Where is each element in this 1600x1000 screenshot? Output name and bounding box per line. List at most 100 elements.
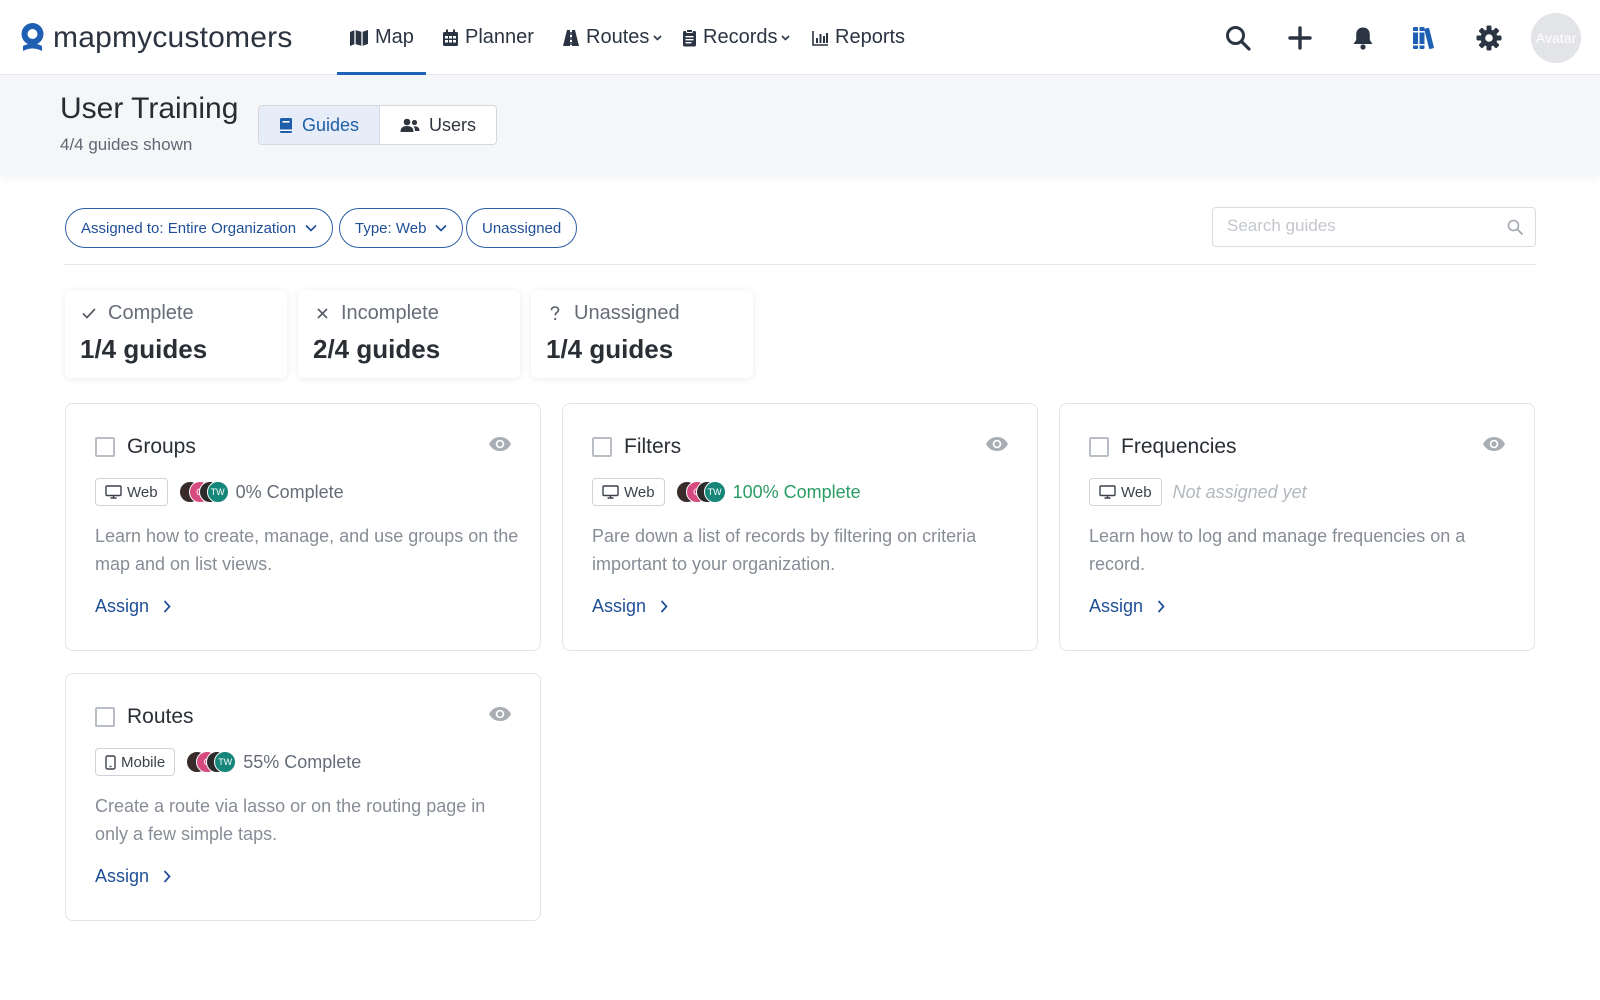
assigned-filter-label: Assigned to: Entire Organization xyxy=(81,219,297,237)
guide-description: Learn how to create, manage, and use gro… xyxy=(95,526,519,574)
chevron-down-icon xyxy=(305,224,317,232)
calendar-icon xyxy=(443,29,458,46)
guide-meta: Web Not assigned yet xyxy=(1089,478,1307,506)
guide-title: Groups xyxy=(127,435,196,458)
unassigned-filter[interactable]: Unassigned xyxy=(466,208,578,248)
nav-routes[interactable]: Routes xyxy=(562,0,662,75)
assign-label: Assign xyxy=(1089,596,1144,616)
guide-card-filters[interactable]: Filters Web G TW 100% Complete Pare down… xyxy=(562,403,1038,651)
guide-checkbox[interactable] xyxy=(95,707,115,727)
chevron-right-icon xyxy=(1157,600,1165,613)
x-icon xyxy=(313,308,331,319)
assignee-avatars: G TW xyxy=(186,751,237,773)
notifications-button[interactable] xyxy=(1345,20,1381,56)
avatar-tw: TW xyxy=(214,751,237,773)
nav-planner-label: Planner xyxy=(465,26,534,48)
assign-label: Assign xyxy=(592,596,647,616)
chevron-right-icon xyxy=(163,600,171,613)
platform-label: Web xyxy=(624,483,655,501)
guide-description: Create a route via lasso or on the routi… xyxy=(95,796,486,844)
guide-card-groups[interactable]: Groups Web G TW 0% Complete Learn how to… xyxy=(65,403,541,651)
platform-label: Web xyxy=(1121,483,1152,501)
nav-routes-label: Routes xyxy=(586,26,650,48)
road-icon xyxy=(563,29,579,46)
add-button[interactable] xyxy=(1282,20,1318,56)
check-icon xyxy=(80,308,98,319)
brand-logo[interactable]: mapmycustomers xyxy=(18,20,293,56)
stat-complete: Complete 1/4 guides xyxy=(65,290,287,378)
tab-guides[interactable]: Guides xyxy=(259,106,381,144)
search-input[interactable] xyxy=(1227,208,1497,244)
chevron-down-icon xyxy=(653,34,662,41)
page-header xyxy=(0,75,1600,175)
guide-meta: Web G TW 0% Complete xyxy=(95,478,344,506)
settings-button[interactable] xyxy=(1471,20,1507,56)
plus-icon xyxy=(1288,26,1312,50)
guide-description: Learn how to log and manage frequencies … xyxy=(1089,526,1466,574)
chevron-right-icon xyxy=(660,600,668,613)
stat-header: Complete xyxy=(80,302,194,325)
eye-icon[interactable] xyxy=(985,436,1009,452)
guide-meta: Mobile G TW 55% Complete xyxy=(95,748,361,776)
eye-icon[interactable] xyxy=(488,706,512,722)
mobile-icon xyxy=(105,754,116,770)
question-icon xyxy=(546,306,564,321)
platform-tag: Web xyxy=(592,478,665,506)
completion-status: 55% Complete xyxy=(243,751,362,772)
filter-divider xyxy=(64,264,1536,265)
assigned-filter[interactable]: Assigned to: Entire Organization xyxy=(65,208,334,248)
guide-checkbox[interactable] xyxy=(1089,437,1109,457)
search-icon xyxy=(1226,26,1251,51)
platform-label: Web xyxy=(127,483,158,501)
tab-users-label: Users xyxy=(429,114,477,135)
stat-incomplete: Incomplete 2/4 guides xyxy=(298,290,520,378)
stat-label: Unassigned xyxy=(574,302,680,324)
clipboard-icon xyxy=(683,28,696,46)
users-icon xyxy=(400,118,420,132)
avatar-tw: TW xyxy=(206,481,229,503)
nav-reports[interactable]: Reports xyxy=(812,0,905,75)
user-avatar[interactable]: Avatar xyxy=(1531,13,1581,63)
tab-users[interactable]: Users xyxy=(380,106,496,144)
tab-guides-label: Guides xyxy=(302,114,360,135)
gear-icon xyxy=(1476,25,1502,51)
guide-checkbox[interactable] xyxy=(95,437,115,457)
bar-chart-icon xyxy=(812,30,828,46)
unassigned-filter-label: Unassigned xyxy=(482,219,562,237)
library-button[interactable] xyxy=(1407,20,1443,56)
assign-link[interactable]: Assign xyxy=(1089,596,1165,617)
guide-title: Routes xyxy=(127,705,194,728)
desktop-icon xyxy=(1099,485,1116,499)
stat-unassigned: Unassigned 1/4 guides xyxy=(531,290,753,378)
view-toggle: Guides Users xyxy=(258,105,498,145)
assignee-avatars: G TW xyxy=(675,481,726,503)
nav-records[interactable]: Records xyxy=(682,0,791,75)
guide-card-routes[interactable]: Routes Mobile G TW 55% Complete Create a… xyxy=(65,673,541,921)
guide-card-frequencies[interactable]: Frequencies Web Not assigned yet Learn h… xyxy=(1059,403,1535,651)
desktop-icon xyxy=(602,485,619,499)
assign-link[interactable]: Assign xyxy=(95,866,171,887)
map-icon xyxy=(350,29,368,46)
eye-icon[interactable] xyxy=(488,436,512,452)
search-icon xyxy=(1507,219,1523,235)
brand-name: mapmycustomers xyxy=(53,21,293,54)
desktop-icon xyxy=(105,485,122,499)
guide-checkbox[interactable] xyxy=(592,437,612,457)
assignee-avatars: G TW xyxy=(178,481,229,503)
avatar-tw: TW xyxy=(703,481,726,503)
assign-link[interactable]: Assign xyxy=(592,596,668,617)
nav-planner[interactable]: Planner xyxy=(442,0,534,75)
eye-icon[interactable] xyxy=(1482,436,1506,452)
stat-header: Incomplete xyxy=(313,302,439,325)
assign-link[interactable]: Assign xyxy=(95,596,171,617)
nav-map[interactable]: Map xyxy=(337,0,426,75)
guide-title: Frequencies xyxy=(1121,435,1237,458)
guide-description: Pare down a list of records by filtering… xyxy=(592,526,977,574)
stat-label: Complete xyxy=(108,302,194,324)
type-filter[interactable]: Type: Web xyxy=(339,208,464,248)
chevron-down-icon xyxy=(781,34,791,41)
search-button[interactable] xyxy=(1220,20,1256,56)
nav-records-label: Records xyxy=(703,26,778,48)
assign-label: Assign xyxy=(95,866,150,886)
stat-value: 2/4 guides xyxy=(313,334,441,364)
